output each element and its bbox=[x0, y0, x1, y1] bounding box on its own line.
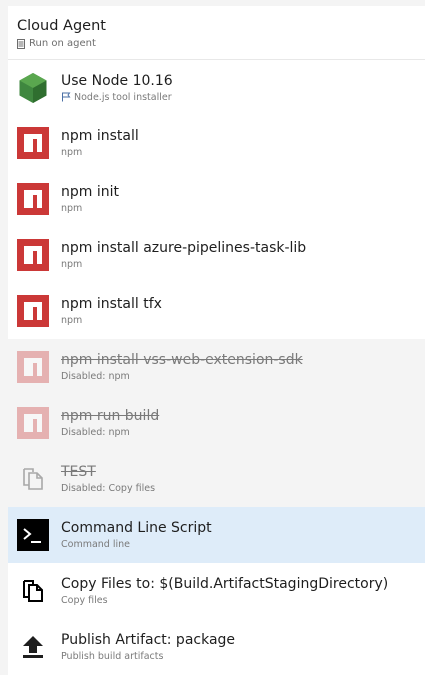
task-title: TEST bbox=[61, 464, 96, 480]
task-title: Command Line Script bbox=[61, 520, 212, 536]
task-title: npm install tfx bbox=[61, 296, 162, 312]
npm-icon bbox=[17, 127, 49, 159]
task-npm-install[interactable]: npm install npm bbox=[8, 115, 425, 171]
task-subtitle: npm bbox=[61, 259, 83, 270]
npm-icon bbox=[17, 183, 49, 215]
npm-icon bbox=[17, 239, 49, 271]
task-subtitle: npm bbox=[61, 147, 83, 158]
task-test[interactable]: TEST Disabled: Copy files bbox=[8, 451, 425, 507]
task-npm-run-build[interactable]: npm run build Disabled: npm bbox=[8, 395, 425, 451]
task-title: npm run build bbox=[61, 408, 160, 424]
server-icon bbox=[17, 38, 25, 49]
agent-job-title: Cloud Agent bbox=[17, 18, 106, 34]
task-subtitle: npm bbox=[61, 315, 83, 326]
task-subtitle: Copy files bbox=[61, 595, 108, 606]
task-title: npm install azure-pipelines-task-lib bbox=[61, 240, 307, 256]
task-npm-install-azure-pipelines-task-lib[interactable]: npm install azure-pipelines-task-lib npm bbox=[8, 227, 425, 283]
task-title: Copy Files to: $(Build.ArtifactStagingDi… bbox=[61, 576, 389, 592]
task-npm-init[interactable]: npm init npm bbox=[8, 171, 425, 227]
npm-icon bbox=[17, 295, 49, 327]
task-title: npm init bbox=[61, 184, 119, 200]
task-title: npm install vss-web-extension-sdk bbox=[61, 352, 303, 368]
task-publish-artifact[interactable]: Publish Artifact: package Publish build … bbox=[8, 619, 425, 675]
task-command-line-script[interactable]: Command Line Script Command line bbox=[8, 507, 425, 563]
flag-icon bbox=[62, 92, 71, 102]
command-line-icon bbox=[17, 519, 49, 551]
agent-job-subtitle-row: Run on agent bbox=[17, 38, 425, 49]
agent-job-header[interactable]: Cloud Agent Run on agent bbox=[8, 6, 425, 60]
nodejs-icon bbox=[19, 72, 47, 103]
task-title: Use Node 10.16 bbox=[61, 72, 173, 89]
task-use-node[interactable]: Use Node 10.16 Node.js tool installer bbox=[8, 60, 425, 115]
copy-files-icon bbox=[23, 580, 43, 602]
task-title: npm install bbox=[61, 128, 139, 144]
task-subtitle: Command line bbox=[61, 539, 130, 550]
publish-artifact-icon bbox=[23, 636, 43, 658]
npm-icon bbox=[17, 407, 49, 439]
task-title: Publish Artifact: package bbox=[61, 632, 236, 648]
task-list: Use Node 10.16 Node.js tool installer np… bbox=[8, 60, 425, 675]
task-npm-install-tfx[interactable]: npm install tfx npm bbox=[8, 283, 425, 339]
npm-icon bbox=[17, 351, 49, 383]
task-subtitle: Node.js tool installer bbox=[74, 91, 172, 103]
task-subtitle: npm bbox=[61, 203, 83, 214]
task-subtitle: Disabled: npm bbox=[61, 371, 130, 382]
job-panel: Cloud Agent Run on agent Use Node 10.16 bbox=[8, 6, 425, 675]
task-copy-files[interactable]: Copy Files to: $(Build.ArtifactStagingDi… bbox=[8, 563, 425, 619]
agent-job-subtitle: Run on agent bbox=[29, 38, 96, 49]
task-subtitle: Disabled: npm bbox=[61, 427, 130, 438]
task-npm-install-vss-web-extension-sdk[interactable]: npm install vss-web-extension-sdk Disabl… bbox=[8, 339, 425, 395]
copy-files-icon bbox=[23, 468, 43, 490]
task-subtitle: Publish build artifacts bbox=[61, 651, 164, 662]
task-subtitle: Disabled: Copy files bbox=[61, 483, 156, 494]
